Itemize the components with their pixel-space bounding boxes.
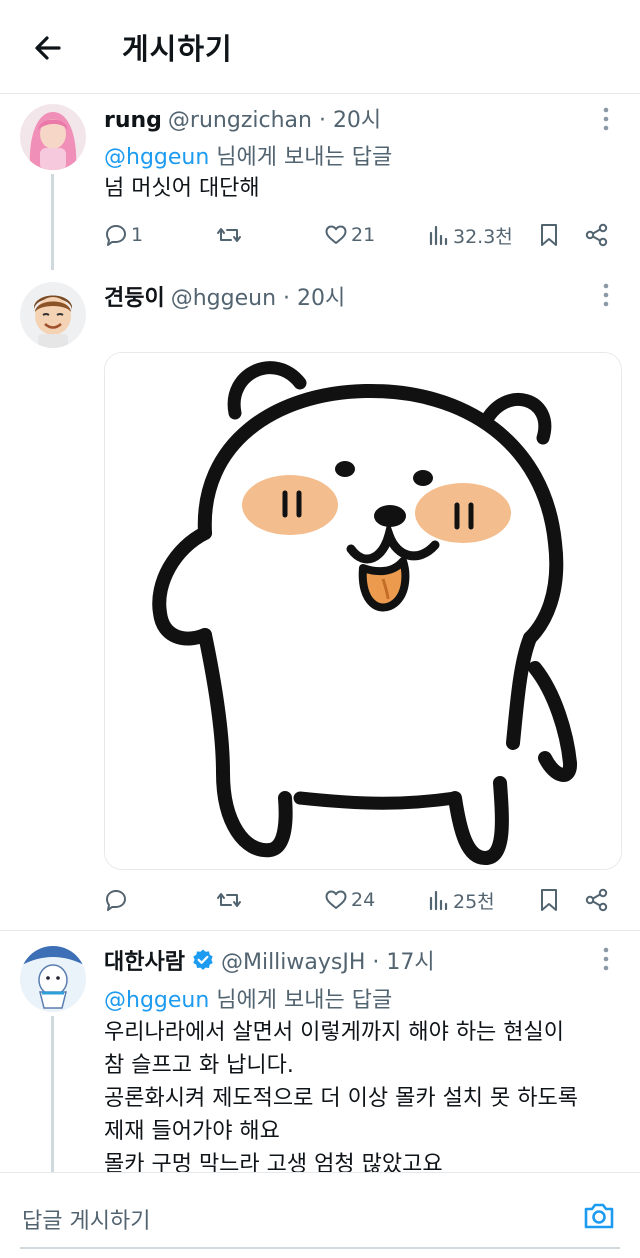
thread-line: [51, 1016, 54, 1172]
timestamp[interactable]: · 17시: [372, 950, 434, 975]
avatar[interactable]: [20, 946, 86, 1012]
reply-composer: 답글 게시하기: [0, 1172, 640, 1258]
display-name[interactable]: 대한사람: [104, 950, 185, 975]
mention-link[interactable]: @hggeun: [104, 988, 209, 1013]
handle[interactable]: @MilliwaysJH: [221, 950, 365, 975]
camera-icon: [584, 1203, 614, 1229]
replying-to: @hggeun 님에게 보내는 답글: [104, 988, 393, 1013]
reply-tweet-milliways[interactable]: 대한사람 @MilliwaysJH · 17시 @hggeun 님에게 보내는 답…: [0, 0, 640, 1177]
reply-input[interactable]: 답글 게시하기: [22, 1203, 150, 1235]
input-underline: [20, 1247, 620, 1249]
verified-badge-icon: [193, 949, 213, 970]
more-options-button[interactable]: [596, 946, 616, 972]
tweet-text: 우리나라에서 살면서 이렇게까지 해야 하는 현실이 참 슬프고 화 납니다. …: [104, 1020, 578, 1177]
camera-button[interactable]: [582, 1199, 616, 1233]
more-vertical-icon: [603, 947, 609, 971]
tweet-header: 대한사람 @MilliwaysJH · 17시: [104, 944, 435, 976]
